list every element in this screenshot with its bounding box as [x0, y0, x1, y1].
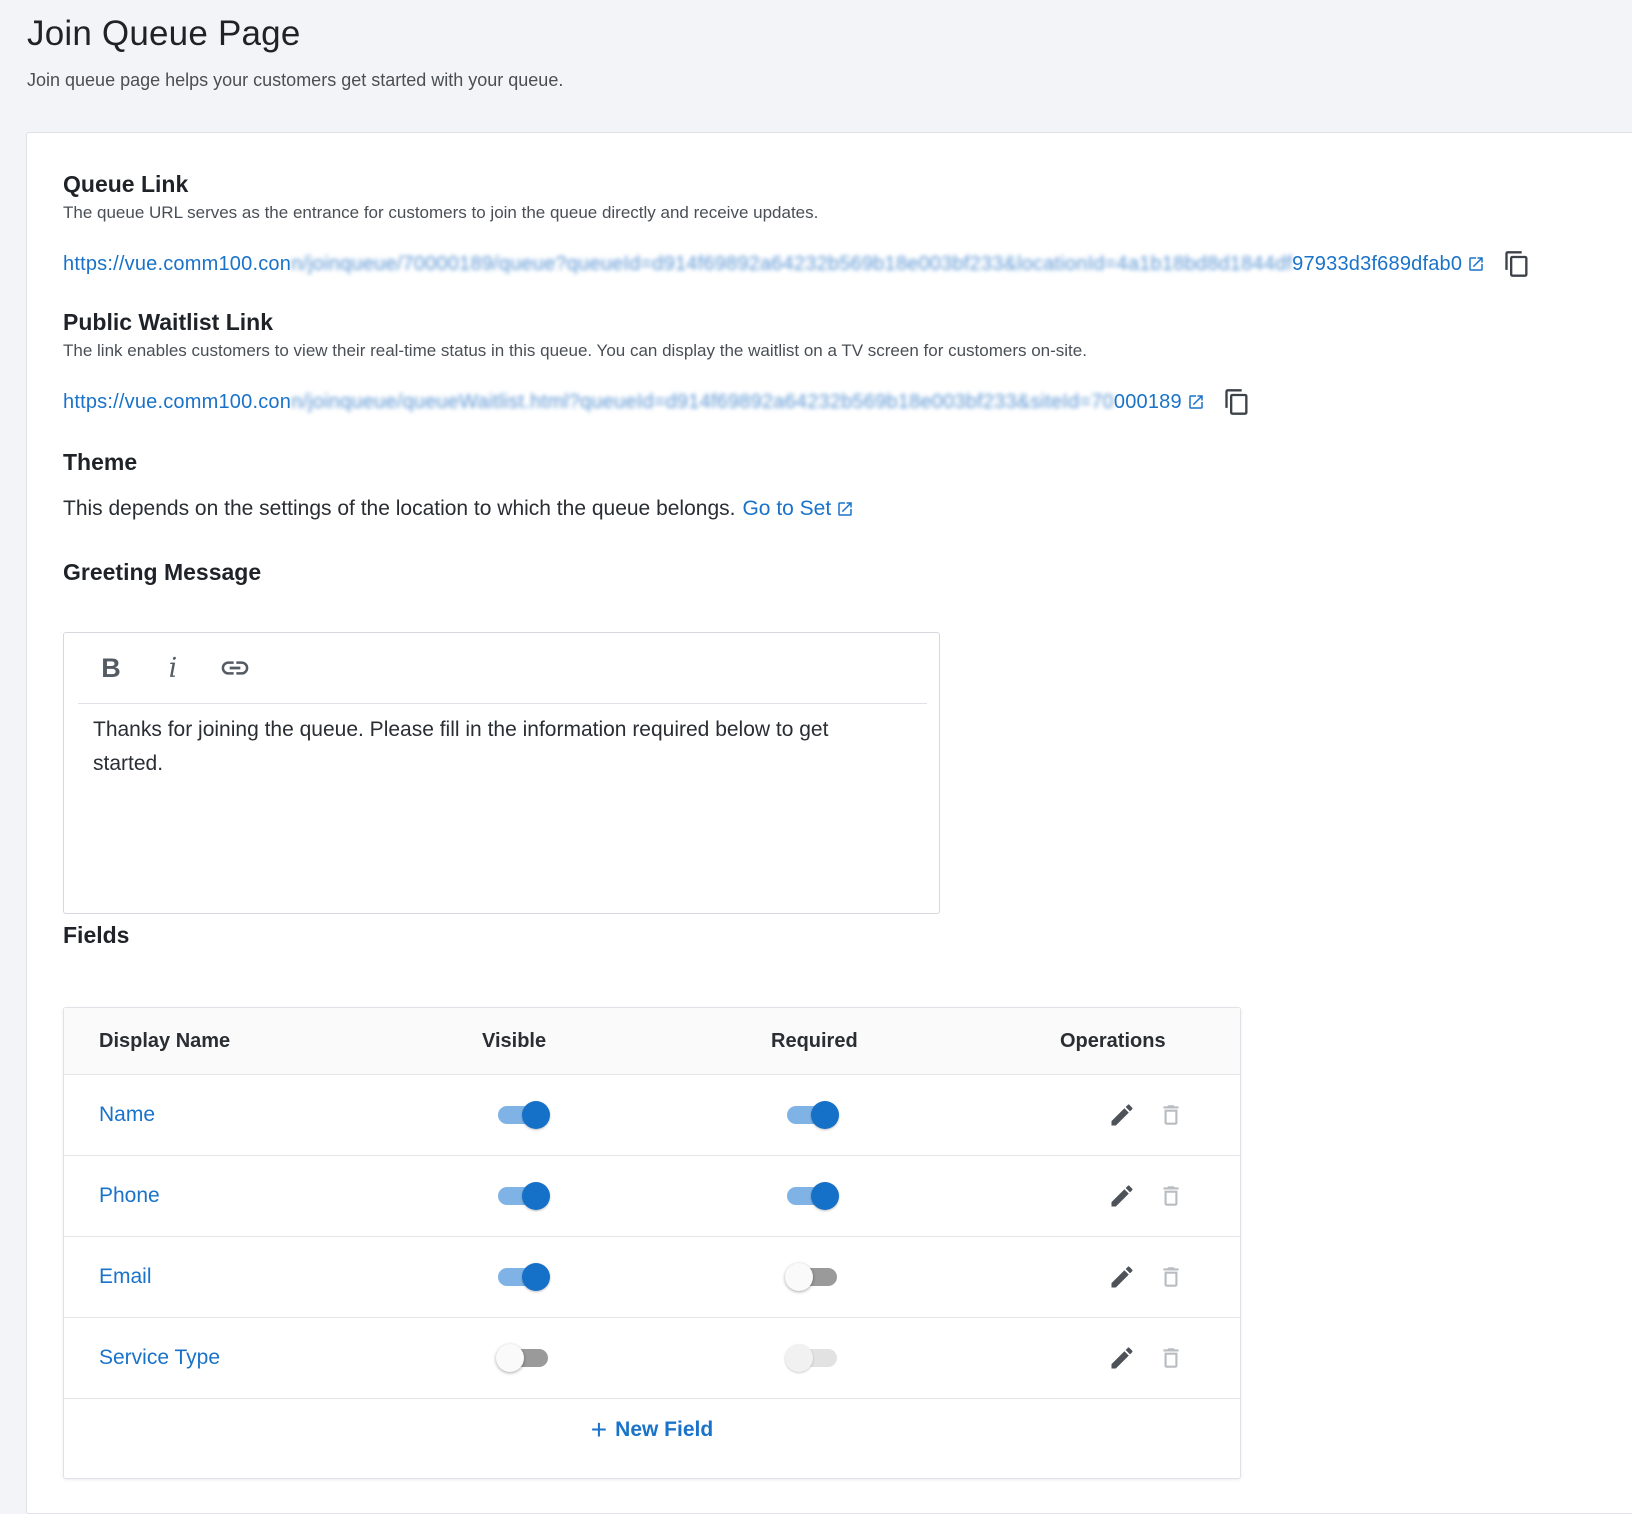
- edit-icon[interactable]: [1108, 1182, 1136, 1210]
- greeting-message-text[interactable]: Thanks for joining the queue. Please fil…: [93, 713, 899, 781]
- table-row: Email: [64, 1237, 1240, 1318]
- delete-icon[interactable]: [1158, 1263, 1184, 1291]
- waitlist-link-title: Public Waitlist Link: [63, 309, 273, 335]
- editor-toolbar: B i: [78, 633, 927, 704]
- link-icon: [221, 661, 249, 675]
- go-to-set-link[interactable]: Go to Set: [742, 497, 854, 521]
- copy-icon[interactable]: [1223, 387, 1251, 417]
- column-header-visible: Visible: [482, 1030, 547, 1052]
- table-row: Phone: [64, 1156, 1240, 1237]
- required-toggle: [785, 1344, 839, 1372]
- table-row: Service Type: [64, 1318, 1240, 1399]
- visible-toggle[interactable]: [496, 1182, 550, 1210]
- external-link-icon: [838, 502, 852, 516]
- new-field-button[interactable]: + New Field: [64, 1394, 1240, 1466]
- field-name-link[interactable]: Phone: [99, 1156, 160, 1236]
- queue-link-row: https://vue.comm100.conn/joinqueue/70000…: [63, 249, 1531, 279]
- new-field-label: New Field: [615, 1418, 714, 1441]
- visible-toggle[interactable]: [496, 1101, 550, 1129]
- column-header-display-name: Display Name: [99, 1030, 231, 1052]
- field-name-link[interactable]: Service Type: [99, 1318, 220, 1398]
- required-toggle[interactable]: [785, 1182, 839, 1210]
- theme-description: This depends on the settings of the loca…: [63, 497, 736, 520]
- waitlist-link-description: The link enables customers to view their…: [63, 341, 1087, 360]
- fields-title: Fields: [63, 922, 130, 948]
- external-link-icon[interactable]: [1187, 393, 1205, 411]
- column-header-required: Required: [771, 1030, 858, 1052]
- queue-link-title: Queue Link: [63, 171, 189, 197]
- page-title: Join Queue Page: [27, 14, 301, 53]
- edit-icon[interactable]: [1108, 1344, 1136, 1372]
- greeting-message-title: Greeting Message: [63, 559, 262, 585]
- theme-title: Theme: [63, 449, 138, 475]
- italic-button[interactable]: i: [142, 646, 204, 690]
- fields-table: Display Name Visible Required Operations…: [63, 1007, 1241, 1479]
- visible-toggle[interactable]: [496, 1344, 550, 1372]
- queue-link-description: The queue URL serves as the entrance for…: [63, 203, 819, 222]
- required-toggle[interactable]: [785, 1263, 839, 1291]
- plus-icon: +: [590, 1414, 608, 1445]
- waitlist-link-row: https://vue.comm100.conn/joinqueue/queue…: [63, 387, 1251, 417]
- insert-link-button[interactable]: [204, 646, 266, 690]
- theme-description-row: This depends on the settings of the loca…: [63, 497, 854, 521]
- table-row: Name: [64, 1075, 1240, 1156]
- edit-icon[interactable]: [1108, 1101, 1136, 1129]
- delete-icon[interactable]: [1158, 1182, 1184, 1210]
- visible-toggle[interactable]: [496, 1263, 550, 1291]
- queue-link-url[interactable]: https://vue.comm100.conn/joinqueue/70000…: [63, 253, 1462, 276]
- greeting-message-editor[interactable]: B i Thanks for joining the queue. Please…: [63, 632, 940, 914]
- column-header-operations: Operations: [1060, 1030, 1166, 1052]
- field-name-link[interactable]: Email: [99, 1237, 152, 1317]
- waitlist-link-url[interactable]: https://vue.comm100.conn/joinqueue/queue…: [63, 391, 1182, 414]
- delete-icon[interactable]: [1158, 1344, 1184, 1372]
- bold-button[interactable]: B: [80, 646, 142, 690]
- delete-icon[interactable]: [1158, 1101, 1184, 1129]
- settings-card: Queue Link The queue URL serves as the e…: [26, 132, 1632, 1514]
- edit-icon[interactable]: [1108, 1263, 1136, 1291]
- page-subtitle: Join queue page helps your customers get…: [27, 70, 564, 90]
- copy-icon[interactable]: [1503, 249, 1531, 279]
- field-name-link[interactable]: Name: [99, 1075, 155, 1155]
- required-toggle[interactable]: [785, 1101, 839, 1129]
- table-header: Display Name Visible Required Operations: [64, 1008, 1240, 1075]
- external-link-icon[interactable]: [1467, 255, 1485, 273]
